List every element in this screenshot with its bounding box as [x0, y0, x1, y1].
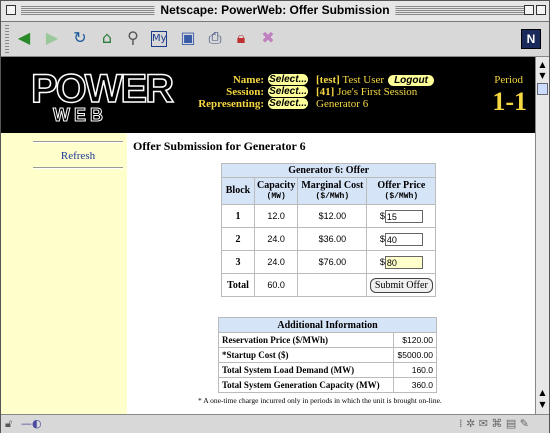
- security-lock-icon[interactable]: 🔓︎: [5, 417, 12, 431]
- zoom-box[interactable]: [524, 5, 534, 15]
- table-row: Total 60.0 Submit Offer: [221, 273, 437, 297]
- connection-icon: —◐: [21, 417, 42, 430]
- submit-offer-button[interactable]: Submit Offer: [369, 277, 433, 293]
- reload-icon[interactable]: ↻: [71, 29, 89, 47]
- col-header: Marginal Cost ($/MWh): [297, 177, 368, 205]
- netscape-logo-icon[interactable]: N: [521, 29, 541, 49]
- title-bar[interactable]: Netscape: PowerWeb: Offer Submission: [1, 1, 549, 22]
- footnote: * A one-time charge incurred only in per…: [198, 396, 442, 405]
- navigation-toolbar: ◀ ▶ ↻ ⌂ ⚲ My ▣ ⎙ 🔒︎ ✖ N: [1, 22, 549, 57]
- select-representing-button[interactable]: Select...: [268, 98, 308, 109]
- table-row: 3 24.0 $76.00 $80: [221, 250, 437, 274]
- scroll-up-icon[interactable]: ▲: [537, 59, 548, 70]
- table-row: Total System Load Demand (MW) 160.0: [218, 362, 437, 378]
- offer-price-input[interactable]: 40: [384, 232, 423, 246]
- scroll-down-icon[interactable]: ▼: [537, 70, 548, 81]
- close-box[interactable]: [6, 5, 16, 15]
- refresh-link[interactable]: Refresh: [33, 150, 123, 162]
- table-row: Reservation Price ($/MWh) $120.00: [218, 332, 437, 348]
- search-icon[interactable]: ⚲: [124, 29, 142, 47]
- session-label: Session:: [226, 86, 264, 98]
- session-value: [41] Joe's First Session: [316, 86, 418, 98]
- table-row: 2 24.0 $36.00 $40: [221, 227, 437, 251]
- name-label: Name:: [232, 74, 264, 86]
- logout-button[interactable]: Logout: [388, 75, 434, 86]
- mynetscape-icon[interactable]: My: [151, 31, 167, 47]
- additional-info-table: Additional Information Reservation Price…: [218, 317, 437, 393]
- period-label: Period: [494, 74, 523, 86]
- info-table-caption: Additional Information: [218, 317, 437, 333]
- page-content: POWER WEB Name: Select... [test] Test Us…: [1, 57, 535, 414]
- home-icon[interactable]: ⌂: [98, 29, 116, 47]
- offer-table-caption: Generator 6: Offer: [220, 163, 437, 178]
- collapse-box[interactable]: [536, 5, 546, 15]
- col-header: Offer Price ($/MWh): [366, 177, 437, 205]
- page-title: Offer Submission for Generator 6: [133, 139, 306, 153]
- col-header: Block: [221, 177, 255, 205]
- offer-price-input[interactable]: 15: [384, 209, 423, 223]
- offer-table: Generator 6: Offer Block Capacity (MW) Ma…: [220, 163, 437, 297]
- representing-value: Generator 6: [316, 98, 369, 110]
- back-icon[interactable]: ◀: [15, 29, 33, 47]
- divider: [33, 167, 123, 169]
- sidebar: Refresh: [1, 133, 127, 414]
- stop-icon[interactable]: ✖: [259, 29, 277, 47]
- powerweb-logo: POWER WEB: [30, 66, 175, 125]
- print-icon[interactable]: ⎙: [206, 29, 224, 47]
- forward-icon[interactable]: ▶: [43, 29, 61, 47]
- toolbar-grip[interactable]: [5, 25, 9, 53]
- select-session-button[interactable]: Select...: [268, 86, 308, 97]
- scroll-thumb[interactable]: [537, 83, 548, 95]
- period-value: 1-1: [492, 87, 527, 116]
- security-icon[interactable]: 🔒︎: [232, 29, 250, 47]
- images-icon[interactable]: ▣: [179, 29, 197, 47]
- table-row: 1 12.0 $12.00 $15: [221, 204, 437, 228]
- scroll-down-icon[interactable]: ▼: [537, 399, 548, 410]
- name-value: [test] Test User Logout: [316, 74, 434, 86]
- divider: [33, 141, 123, 143]
- table-row: Total System Generation Capacity (MW) 360…: [218, 377, 437, 393]
- select-name-button[interactable]: Select...: [268, 74, 308, 85]
- window-title: Netscape: PowerWeb: Offer Submission: [154, 3, 396, 17]
- status-bar: 🔓︎ —◐ ⁞ ✲ ✉ ⌘ ▤ ✎: [1, 414, 549, 433]
- table-row: *Startup Cost ($) $5000.00: [218, 347, 437, 363]
- browser-window: Netscape: PowerWeb: Offer Submission ◀ ▶…: [0, 0, 550, 433]
- representing-label: Representing:: [198, 98, 264, 110]
- component-bar-icon[interactable]: ⁞ ✲ ✉ ⌘ ▤ ✎: [459, 417, 529, 430]
- offer-price-input[interactable]: 80: [384, 255, 423, 269]
- vertical-scrollbar[interactable]: ▲ ▼ ▲ ▼: [535, 57, 549, 414]
- scroll-up-icon[interactable]: ▲: [537, 387, 548, 398]
- col-header: Capacity (MW): [253, 177, 299, 205]
- page-header: POWER WEB Name: Select... [test] Test Us…: [1, 57, 535, 133]
